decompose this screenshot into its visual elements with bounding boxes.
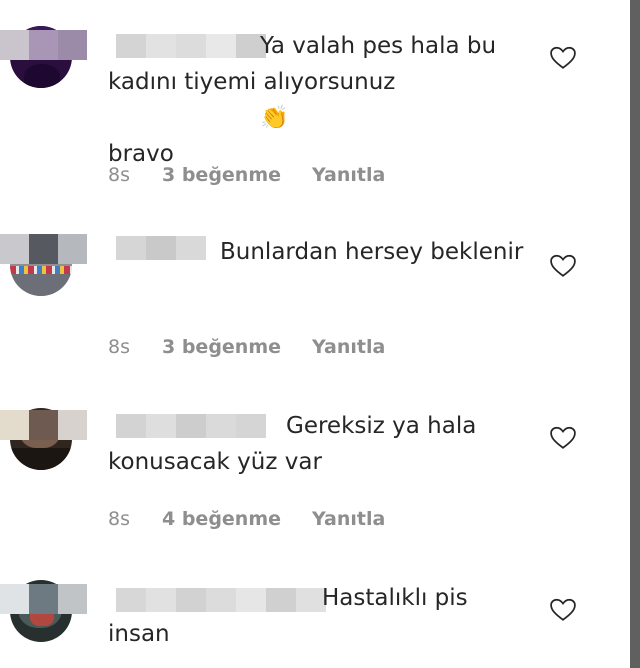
reply-button[interactable]: Yanıtla: [312, 508, 385, 530]
comments-page: Ya valah pes hala bu kadını tiyemi alıyo…: [0, 0, 640, 668]
window-edge: [630, 0, 640, 668]
like-count[interactable]: 4 beğenme: [162, 508, 312, 530]
avatar-pixelation: [0, 234, 87, 264]
heart-outline-icon[interactable]: [550, 426, 576, 450]
like-count[interactable]: 3 beğenme: [162, 164, 312, 186]
comment-meta: 8s 3 beğenme Yanıtla: [108, 164, 385, 186]
heart-outline-icon[interactable]: [550, 46, 576, 70]
avatar-pixelation: [0, 30, 87, 60]
comment-text: Gereksiz ya hala konusacak yüz var: [108, 413, 477, 475]
comment-item: Bunlardan hersey beklenir 8s 3 beğenme Y…: [0, 206, 620, 376]
comment-text: Ya valah pes hala bu kadını tiyemi alıyo…: [108, 33, 497, 167]
clapping-hands-icon: 👏: [260, 105, 289, 131]
comment-time[interactable]: 8s: [108, 508, 162, 530]
avatar-pixelation: [0, 410, 87, 440]
comment-text: Hastalıklı pis insan: [108, 585, 468, 647]
comment-item: Ya valah pes hala bu kadını tiyemi alıyo…: [0, 0, 620, 186]
comment-time[interactable]: 8s: [108, 164, 162, 186]
heart-outline-icon[interactable]: [550, 598, 576, 622]
avatar-pixelation: [0, 584, 87, 614]
comment-text: Bunlardan hersey beklenir: [220, 239, 524, 265]
comment-item: Hastalıklı pis insan: [0, 550, 620, 668]
reply-button[interactable]: Yanıtla: [312, 336, 385, 358]
reply-button[interactable]: Yanıtla: [312, 164, 385, 186]
comment-item: Gereksiz ya hala konusacak yüz var 8s 4 …: [0, 378, 620, 548]
heart-outline-icon[interactable]: [550, 254, 576, 278]
comment-meta: 8s 3 beğenme Yanıtla: [108, 336, 385, 358]
comment-meta: 8s 4 beğenme Yanıtla: [108, 508, 385, 530]
comment-time[interactable]: 8s: [108, 336, 162, 358]
like-count[interactable]: 3 beğenme: [162, 336, 312, 358]
